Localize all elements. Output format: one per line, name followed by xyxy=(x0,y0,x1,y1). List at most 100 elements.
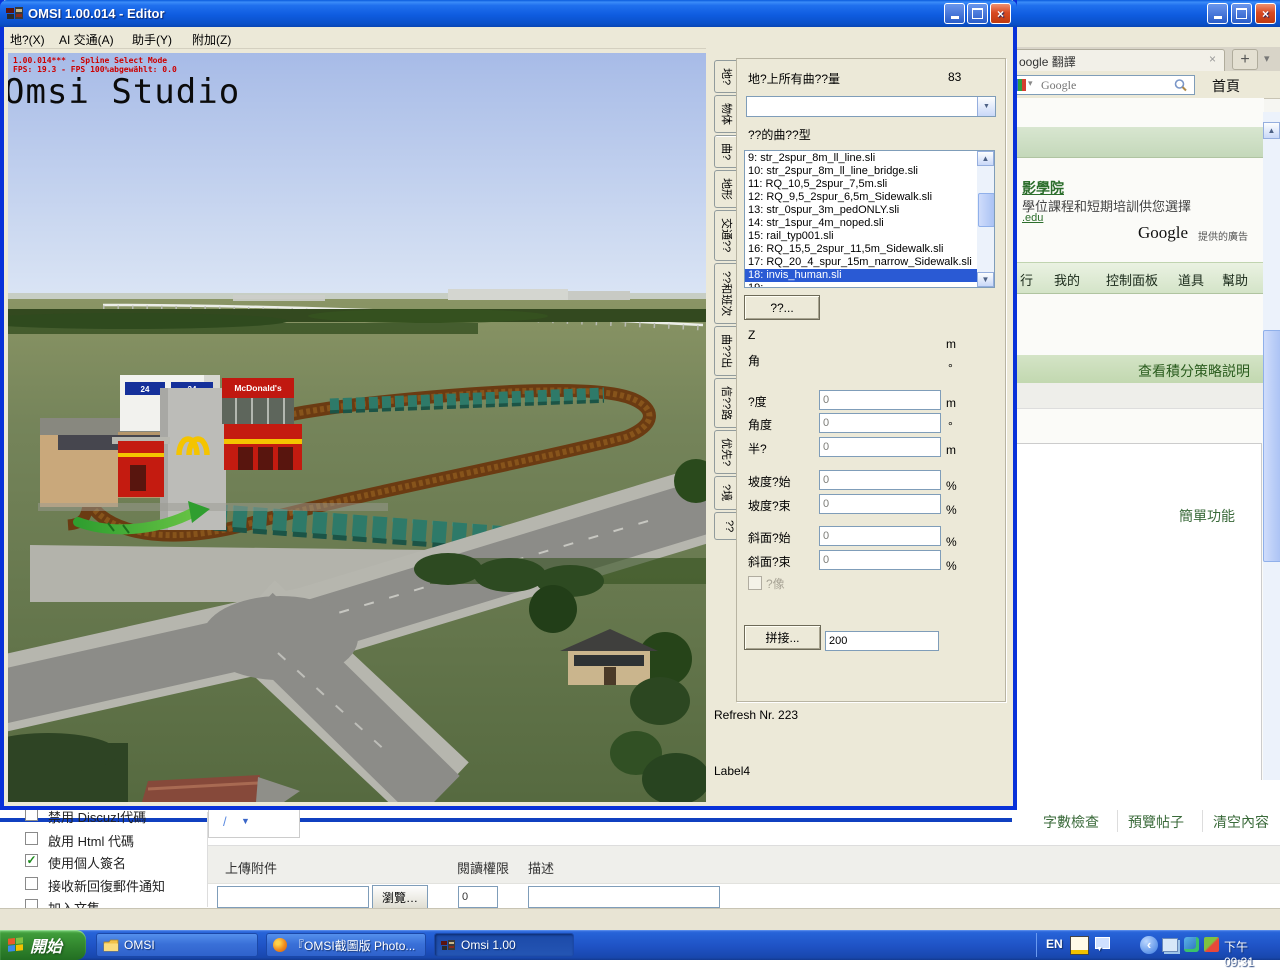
new-tab-button[interactable]: + xyxy=(1232,49,1258,70)
field-label-grad-start: 坡度?始 xyxy=(748,473,791,490)
tab-priority[interactable]: 优先? xyxy=(714,430,737,474)
tab-splines[interactable]: 曲? xyxy=(714,135,737,168)
tab-close-icon[interactable]: × xyxy=(1209,52,1216,66)
tab-misc[interactable]: ?? xyxy=(714,512,737,540)
nav-item-3[interactable]: 道具 xyxy=(1178,270,1204,289)
length-input[interactable] xyxy=(819,390,941,410)
omsi-restore-button[interactable] xyxy=(967,3,988,24)
tab-signal-routes[interactable]: 信??路 xyxy=(714,378,737,428)
update-tray-icon[interactable] xyxy=(1184,937,1199,952)
tray-chevron-icon[interactable]: ‹ xyxy=(1140,936,1158,954)
attachment-description-input[interactable] xyxy=(528,886,720,908)
list-item[interactable]: 10: str_2spur_8m_ll_line_bridge.sli xyxy=(745,165,977,178)
angle-input[interactable] xyxy=(819,413,941,433)
list-item[interactable]: 17: RQ_20_4_spur_15m_narrow_Sidewalk.sli xyxy=(745,256,977,269)
omsi-titlebar[interactable]: OMSI 1.00.014 - Editor × xyxy=(0,0,1017,27)
tray-collapse-icon[interactable]: ▼ xyxy=(1096,946,1103,953)
cant-start-input[interactable] xyxy=(819,526,941,546)
nav-item-4[interactable]: 幫助 xyxy=(1222,270,1248,289)
tab-spline-export[interactable]: 曲??出 xyxy=(714,326,737,376)
listbox-scroll-down[interactable]: ▼ xyxy=(977,272,994,287)
browser-close-button[interactable]: × xyxy=(1255,3,1276,24)
grad-end-input[interactable] xyxy=(819,494,941,514)
listbox-scrollbar[interactable]: ▲ ▼ xyxy=(977,151,994,287)
language-indicator[interactable]: EN xyxy=(1046,937,1063,951)
checkbox-checked[interactable]: ✓ xyxy=(25,854,38,867)
cant-end-input[interactable] xyxy=(819,550,941,570)
checkbox[interactable] xyxy=(25,877,38,890)
tab-overflow-icon[interactable]: ▾ xyxy=(1264,52,1270,65)
menu-assistant[interactable]: 助手(Y) xyxy=(132,31,172,48)
ad-url-link[interactable]: .edu xyxy=(1022,212,1043,224)
tab-terrain[interactable]: 地形 xyxy=(714,170,737,208)
radius-input[interactable] xyxy=(819,437,941,457)
omsi-minimize-button[interactable] xyxy=(944,3,965,24)
nav-item-2[interactable]: 控制面板 xyxy=(1106,270,1158,289)
spline-listbox[interactable]: 9: str_2spur_8m_ll_line.sli 10: str_2spu… xyxy=(744,150,995,288)
list-item[interactable]: 11: RQ_10,5_2spur_7,5m.sli xyxy=(745,178,977,191)
tab-environment[interactable]: ?境 xyxy=(714,476,737,509)
editor-side-panel: 地? 物体 曲? 地形 交通?? ??和班次 曲??出 信??路 优先? ?境 … xyxy=(706,48,1013,806)
grad-start-input[interactable] xyxy=(819,470,941,490)
combobox-dropdown-button[interactable]: ▼ xyxy=(977,97,995,116)
edit-spline-button[interactable]: ??... xyxy=(744,295,820,320)
ad-headline-link[interactable]: 影學院 xyxy=(1022,178,1064,198)
task-omsi-folder[interactable]: OMSI xyxy=(96,933,258,957)
tab-map[interactable]: 地? xyxy=(714,60,737,93)
read-permission-input[interactable] xyxy=(458,886,498,908)
search-magnifier-icon[interactable] xyxy=(1173,78,1188,93)
preview-post-link[interactable]: 預覽帖子 xyxy=(1128,812,1184,832)
browser-restore-button[interactable] xyxy=(1231,3,1252,24)
list-item[interactable]: 13: str_0spur_3m_pedONLY.sli xyxy=(745,204,977,217)
search-input[interactable] xyxy=(1039,77,1168,94)
omsi-close-button[interactable]: × xyxy=(990,3,1011,24)
splice-length-input[interactable] xyxy=(825,631,939,651)
antivirus-tray-icon[interactable] xyxy=(1204,937,1219,952)
word-count-link[interactable]: 字數檢查 xyxy=(1043,812,1099,832)
page-scrollbar[interactable]: ▲ xyxy=(1263,112,1280,810)
attachment-file-input[interactable] xyxy=(217,886,369,908)
task-omsi-app[interactable]: Omsi 1.00 xyxy=(434,933,574,957)
list-item[interactable]: 14: str_1spur_4m_noped.sli xyxy=(745,217,977,230)
list-item[interactable]: 9: str_2spur_8m_ll_line.sli xyxy=(745,152,977,165)
network-tray-icon[interactable] xyxy=(1162,938,1178,952)
listbox-scrollbar-thumb[interactable] xyxy=(978,193,995,227)
list-item[interactable]: 15: rail_typ001.sli xyxy=(745,230,977,243)
search-box[interactable]: ▾ xyxy=(1010,75,1195,95)
listbox-scroll-up[interactable]: ▲ xyxy=(977,151,994,166)
browse-button[interactable]: 瀏覽… xyxy=(372,885,428,909)
scroll-up-button[interactable]: ▲ xyxy=(1263,122,1280,139)
home-link[interactable]: 首頁 xyxy=(1212,76,1240,96)
nav-item-1[interactable]: 我的 xyxy=(1054,270,1080,289)
checkbox[interactable] xyxy=(25,832,38,845)
menu-map[interactable]: 地?(X) xyxy=(10,31,45,48)
list-item-selected[interactable]: 18: invis_human.sli xyxy=(745,269,977,282)
menu-addons[interactable]: 附加(Z) xyxy=(192,31,231,48)
menu-ai-traffic[interactable]: AI 交通(A) xyxy=(59,31,114,48)
scrollbar-thumb[interactable] xyxy=(1263,330,1280,562)
spline-combobox[interactable]: ▼ xyxy=(746,96,996,117)
list-item-partial[interactable]: 19: xyxy=(745,282,977,287)
tab-objects[interactable]: 物体 xyxy=(714,95,737,133)
nav-item-0[interactable]: 行 xyxy=(1020,270,1033,289)
mirror-checkbox[interactable] xyxy=(748,576,762,590)
list-item[interactable]: 16: RQ_15,5_2spur_11,5m_Sidewalk.sli xyxy=(745,243,977,256)
browser-tab-google-translate[interactable]: oogle 翻譯 × xyxy=(1010,49,1225,71)
points-policy-link[interactable]: 查看積分策略説明 xyxy=(1138,361,1250,381)
read-permission-label: 閱讀權限 xyxy=(457,858,509,877)
3d-viewport[interactable]: 24 24 McDonald's 1.00.014*** - S xyxy=(8,53,706,802)
tab-traffic[interactable]: 交通?? xyxy=(714,210,737,260)
svg-text:24: 24 xyxy=(141,385,150,394)
simple-mode-link[interactable]: 簡單功能 xyxy=(1179,506,1235,526)
ime-icon[interactable] xyxy=(1070,936,1089,955)
clear-content-link[interactable]: 清空內容 xyxy=(1213,812,1269,832)
tab-lines-schedules[interactable]: ??和班次 xyxy=(714,263,737,324)
field-unit-cant-end: % xyxy=(946,559,957,573)
browser-minimize-button[interactable] xyxy=(1207,3,1228,24)
start-button[interactable]: 開始 xyxy=(0,930,86,960)
search-engine-dropdown-icon[interactable]: ▾ xyxy=(1028,78,1033,89)
list-item[interactable]: 12: RQ_9,5_2spur_6,5m_Sidewalk.sli xyxy=(745,191,977,204)
splice-button[interactable]: 拼接... xyxy=(744,625,821,650)
task-firefox-photoshop[interactable]: 『OMSI截圖版 Photo... xyxy=(266,933,426,957)
divider xyxy=(1117,810,1118,832)
